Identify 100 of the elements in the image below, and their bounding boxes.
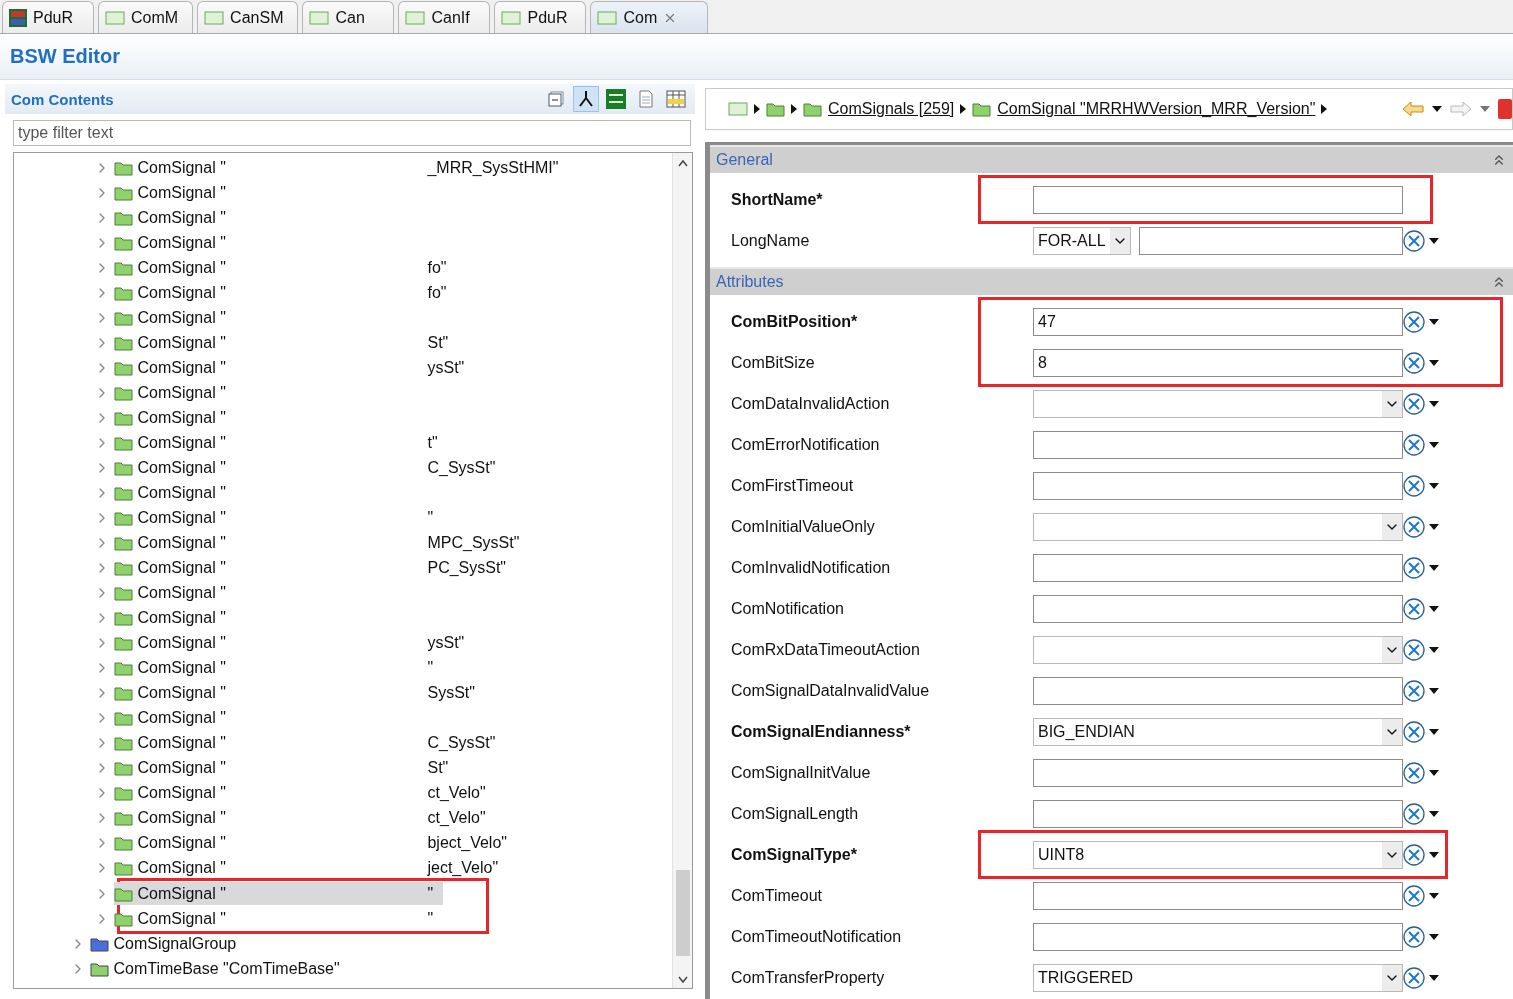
tree-item[interactable]: ComSignal " " [114, 882, 444, 905]
wrench-icon[interactable] [1403, 597, 1425, 620]
tree-item[interactable]: ComSignal " PC_SysSt" [114, 556, 517, 579]
text-field[interactable] [1033, 799, 1403, 828]
wrench-icon[interactable] [1403, 556, 1425, 579]
tree-item[interactable]: ComTimeBase "ComTimeBase" [90, 957, 350, 980]
wrench-icon[interactable] [1403, 802, 1425, 825]
scroll-up-icon[interactable] [677, 159, 688, 167]
tree-item[interactable]: ComSignal " [114, 406, 438, 429]
tree-item[interactable]: ComSignal " _MRR_SysStHMI" [114, 156, 569, 179]
text-field[interactable]: 8 [1033, 348, 1403, 377]
tree-item[interactable]: ComSignal " " [114, 506, 444, 529]
editor-tab[interactable]: Com [590, 1, 709, 33]
breadcrumb-link[interactable]: ComSignals [259] [828, 100, 955, 118]
tree-item[interactable]: ComSignalGroup [90, 932, 247, 955]
editor-tab[interactable]: PduR [2, 1, 94, 33]
tree-item[interactable]: ComSignal " " [114, 907, 444, 930]
wrench-icon[interactable] [1403, 720, 1425, 743]
tree-item[interactable]: ComSignal " [114, 606, 438, 629]
text-field[interactable]: 47 [1033, 307, 1403, 336]
caret-icon[interactable] [1429, 892, 1439, 899]
caret-icon[interactable] [1429, 318, 1439, 325]
tree-item[interactable]: ComSignal " [114, 306, 438, 329]
wrench-icon[interactable] [1403, 884, 1425, 907]
combo-box[interactable]: UINT8 [1033, 840, 1403, 869]
tree-item[interactable]: ComSignal " ct_Velo" [114, 781, 496, 804]
text-field[interactable] [1033, 881, 1403, 910]
scrollbar[interactable] [672, 153, 692, 988]
tree-item[interactable]: ComSignal " C_SysSt" [114, 456, 506, 479]
tree-item[interactable]: ComSignal " St" [114, 756, 459, 779]
caret-icon[interactable] [1429, 933, 1439, 940]
wrench-icon[interactable] [1403, 843, 1425, 866]
caret-icon[interactable] [1429, 441, 1439, 448]
wrench-icon[interactable] [1403, 925, 1425, 948]
filter-field[interactable]: type filter text [13, 120, 691, 146]
tree-item[interactable]: ComSignal " MPC_SysSt" [114, 531, 530, 554]
caret-icon[interactable] [1429, 359, 1439, 366]
caret-icon[interactable] [1429, 523, 1439, 530]
text-field[interactable] [1033, 553, 1403, 582]
caret-icon[interactable] [1429, 810, 1439, 817]
caret-icon[interactable] [1432, 106, 1442, 112]
editor-tab[interactable]: Can [302, 1, 395, 33]
tree-item[interactable]: ComSignal " [114, 581, 438, 604]
scroll-down-icon[interactable] [677, 976, 688, 984]
text-field[interactable] [1033, 922, 1403, 951]
scrollbar-thumb[interactable] [675, 870, 690, 956]
tree-item[interactable]: ComSignal " [114, 206, 438, 229]
toolbar-button[interactable] [573, 86, 599, 112]
tree-item[interactable]: ComSignal " [114, 181, 438, 204]
combo-box[interactable]: BIG_ENDIAN [1033, 717, 1403, 746]
caret-icon[interactable] [1429, 851, 1439, 858]
text-field[interactable] [1139, 226, 1403, 255]
tree-item[interactable]: ComSignal " [114, 231, 438, 254]
tree-item[interactable]: ComSignal " ysSt" [114, 631, 475, 654]
editor-tab[interactable]: CanIf [398, 1, 491, 33]
back-arrow-icon[interactable] [1402, 101, 1424, 117]
tree-item[interactable]: ComSignal " fo" [114, 256, 457, 279]
wrench-icon[interactable] [1403, 351, 1425, 374]
editor-tab[interactable]: CanSM [197, 1, 299, 33]
tree-item[interactable]: ComSignal " St" [114, 331, 459, 354]
caret-icon[interactable] [1429, 237, 1439, 244]
wrench-icon[interactable] [1403, 966, 1425, 989]
wrench-icon[interactable] [1403, 474, 1425, 497]
text-field[interactable] [1033, 471, 1403, 500]
tree-item[interactable]: ComSignal " [114, 381, 438, 404]
wrench-icon[interactable] [1403, 229, 1425, 252]
caret-icon[interactable] [1429, 482, 1439, 489]
tree-item[interactable]: ComSignal " t" [114, 431, 448, 454]
caret-icon[interactable] [1429, 400, 1439, 407]
combo-box[interactable]: FOR-ALL [1033, 226, 1132, 255]
caret-icon[interactable] [1429, 564, 1439, 571]
text-field[interactable] [1033, 185, 1403, 214]
tree-item[interactable]: ComSignal " ysSt" [114, 356, 475, 379]
tree-item[interactable]: ComSignal " ject_Velo" [114, 856, 509, 879]
combo-box[interactable]: TRIGGERED [1033, 963, 1403, 992]
caret-icon[interactable] [1429, 769, 1439, 776]
caret-icon[interactable] [1429, 687, 1439, 694]
wrench-icon[interactable] [1403, 433, 1425, 456]
tree-item[interactable]: ComSignal " ct_Velo" [114, 806, 496, 829]
caret-icon[interactable] [1429, 605, 1439, 612]
section-header[interactable]: General [710, 145, 1513, 173]
editor-tab[interactable]: ComM [98, 1, 194, 33]
tree-item[interactable]: ComSignal " C_SysSt" [114, 731, 506, 754]
tree-item[interactable]: ComSignal " [114, 706, 438, 729]
wrench-icon[interactable] [1403, 515, 1425, 538]
tree-item[interactable]: ComSignal " bject_Velo" [114, 831, 517, 854]
caret-icon[interactable] [1429, 974, 1439, 981]
tree-item[interactable]: ComSignal " fo" [114, 281, 457, 304]
text-field[interactable] [1033, 594, 1403, 623]
section-header[interactable]: Attributes [710, 267, 1513, 295]
tree-item[interactable]: ComSignal " " [114, 656, 444, 679]
wrench-icon[interactable] [1403, 761, 1425, 784]
caret-icon[interactable] [1429, 728, 1439, 735]
editor-tab[interactable]: PduR [494, 1, 587, 33]
wrench-icon[interactable] [1403, 392, 1425, 415]
wrench-icon[interactable] [1403, 638, 1425, 661]
text-field[interactable] [1033, 758, 1403, 787]
caret-icon[interactable] [1429, 646, 1439, 653]
breadcrumb-link[interactable]: ComSignal "MRRHWVersion_MRR_Version" [997, 100, 1316, 118]
tree-item[interactable]: ComSignal " [114, 481, 438, 504]
